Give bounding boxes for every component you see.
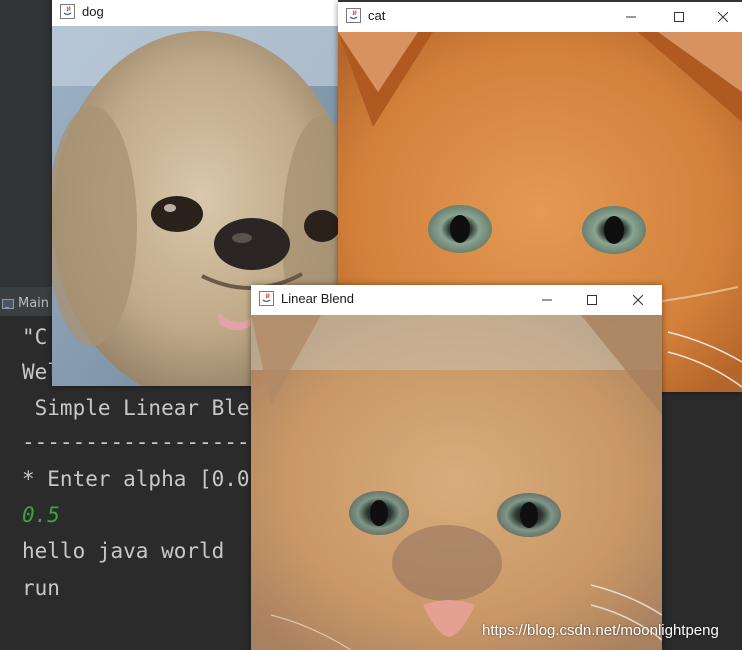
java-app-icon xyxy=(346,8,361,23)
minimize-icon xyxy=(626,16,636,18)
console-line: Simple Linear Blen xyxy=(22,396,263,420)
maximize-button[interactable] xyxy=(656,2,702,32)
maximize-icon xyxy=(674,12,684,22)
console-line: -------------------- xyxy=(22,430,275,454)
ide-left-gutter xyxy=(0,0,53,286)
blend-window-titlebar[interactable]: Linear Blend xyxy=(251,285,662,315)
dog-window-titlebar[interactable]: dog xyxy=(52,0,338,26)
close-icon xyxy=(718,12,728,22)
blended-image xyxy=(251,315,662,650)
run-tab-main[interactable]: Main xyxy=(2,296,49,311)
console-line: * Enter alpha [0.0- xyxy=(22,467,263,491)
blend-window-title: Linear Blend xyxy=(281,291,354,306)
minimize-button[interactable] xyxy=(524,285,570,315)
java-app-icon xyxy=(60,4,75,19)
minimize-button[interactable] xyxy=(608,2,654,32)
console-line: hello java world xyxy=(22,539,225,563)
console-line: "C xyxy=(22,325,48,349)
maximize-icon xyxy=(587,295,597,305)
minimize-icon xyxy=(542,299,552,301)
console-line: run xyxy=(22,576,60,600)
run-tab-label: Main xyxy=(18,296,50,311)
close-button[interactable] xyxy=(615,285,661,315)
java-app-icon xyxy=(259,291,274,306)
linear-blend-window[interactable]: Linear Blend xyxy=(251,285,662,650)
dog-window-title: dog xyxy=(82,4,104,19)
console-user-input: 0.5 xyxy=(22,503,60,527)
cat-window-titlebar[interactable]: cat xyxy=(338,2,742,32)
maximize-button[interactable] xyxy=(569,285,615,315)
close-button[interactable] xyxy=(700,2,742,32)
cat-window-title: cat xyxy=(368,8,386,23)
watermark-text: https://blog.csdn.net/moonlightpeng xyxy=(482,622,719,639)
console-icon xyxy=(2,298,14,309)
close-icon xyxy=(633,295,643,305)
